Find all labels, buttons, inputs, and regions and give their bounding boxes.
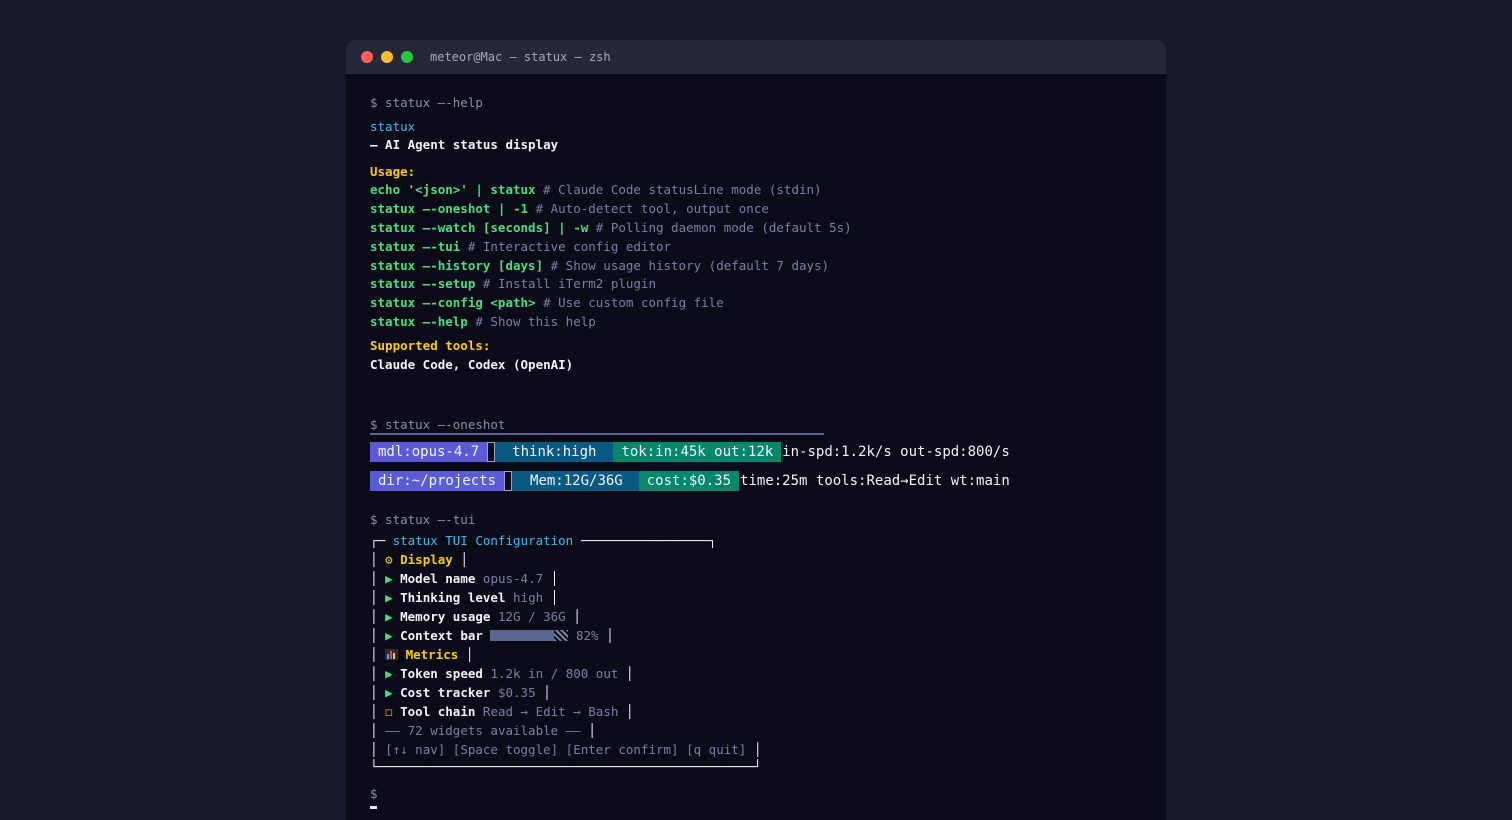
usage-line: statux —-oneshot | -1 # Auto-detect tool… [370,201,769,217]
option-value: Read → Edit → Bash [482,704,619,719]
text-cursor [370,806,377,809]
minimize-button[interactable] [381,51,393,63]
usage-line: statux —-setup # Install iTerm2 plugin [370,276,656,292]
usage-command: statux —-setup [370,276,476,291]
tui-prompt: $ statux —-tui [370,512,476,527]
gear-icon: ⚙ [385,552,393,567]
option-label: Memory usage [400,609,491,624]
tools-heading: Supported tools: [370,338,491,353]
option-value: 82% [575,628,599,643]
key-help: [↑↓ nav] [Space toggle] [Enter confirm] … [385,742,747,757]
tui-help-row: │ [↑↓ nav] [Space toggle] [Enter confirm… [370,742,762,757]
option-value: $0.35 [497,685,536,700]
tui-option-row[interactable]: │ ▶ Context bar 82% │ [370,628,614,644]
tools-list: Claude Code, Codex (OpenAI) [370,357,574,372]
play-icon: ▶ [385,609,393,624]
option-label: Thinking level [400,590,506,605]
window-title: meteor@Mac — statux — zsh [430,50,611,64]
chart-icon [385,649,399,660]
checkbox-icon: ◻ [385,704,393,719]
tui-option-row[interactable]: │ ◻ Tool chain Read → Edit → Bash │ [370,704,633,720]
status-line-row-2: dir:~/projects Mem:12G/36G cost:$0.35 ti… [370,471,1010,491]
usage-comment: # Show this help [475,314,596,329]
option-label: Tool chain [400,704,476,719]
final-prompt: $ [370,786,378,801]
play-icon: ▶ [385,571,393,586]
close-button[interactable] [361,51,373,63]
option-label: Context bar [400,628,483,643]
tui-title: statux TUI Configuration [392,533,574,548]
dir-segment: dir:~/projects [370,471,505,491]
tui-option-row[interactable]: │ ▶ Model name opus-4.7 │ [370,571,558,587]
tui-section-display[interactable]: │ ⚙ Display │ [370,552,468,568]
display-section-label: Display [400,552,453,567]
speed-text: in-spd:1.2k/s out-spd:800/s [782,444,1010,460]
usage-command: statux —-history [days] [370,258,544,273]
usage-line: statux —-config <path> # Use custom conf… [370,295,724,311]
usage-command: statux —-tui [370,239,461,254]
usage-comment: # Install iTerm2 plugin [482,276,656,291]
segment-separator [504,471,513,491]
title-bar: meteor@Mac — statux — zsh [346,40,1166,74]
usage-comment: # Auto-detect tool, output once [535,201,769,216]
option-value: opus-4.7 [482,571,544,586]
usage-comment: # Use custom config file [543,295,724,310]
usage-line: statux —-watch [seconds] | -w # Polling … [370,220,852,236]
segment-separator [487,442,496,462]
extra-info-text: time:25m tools:Read→Edit wt:main [740,473,1010,489]
usage-line: echo '<json>' | statux # Claude Code sta… [370,182,822,198]
tui-header: ┌─ statux TUI Configuration ────────────… [370,533,717,548]
context-bar-fill [490,630,555,641]
option-value: high [513,590,544,605]
status-line-row-1: mdl:opus-4.7 think:high tok:in:45k out:1… [370,442,1010,462]
usage-line: statux —-tui # Interactive config editor [370,239,671,255]
zoom-button[interactable] [401,51,413,63]
cost-segment: cost:$0.35 [638,471,740,491]
usage-comment: # Interactive config editor [467,239,672,254]
option-label: Cost tracker [400,685,491,700]
help-prompt: $ statux —-help [370,95,483,110]
tui-option-row[interactable]: │ ▶ Memory usage 12G / 36G │ [370,609,581,625]
think-segment: think:high [495,442,614,462]
option-label: Token speed [400,666,483,681]
context-bar-remaining [554,630,569,641]
tui-section-metrics[interactable]: │ Metrics │ [370,647,473,663]
usage-line: statux —-help # Show this help [370,314,596,330]
option-label: Model name [400,571,476,586]
option-value: 1.2k in / 800 out [490,666,619,681]
tui-option-row[interactable]: │ ▶ Thinking level high │ [370,590,558,606]
play-icon: ▶ [385,590,393,605]
section-divider [370,433,824,435]
usage-heading: Usage: [370,164,416,179]
memory-segment: Mem:12G/36G [512,471,639,491]
usage-comment: # Polling daemon mode (default 5s) [595,220,852,235]
play-icon: ▶ [385,685,393,700]
metrics-section-label: Metrics [405,647,459,662]
app-name: statux [370,119,416,134]
usage-command: echo '<json>' | statux [370,182,536,197]
usage-command: statux —-config <path> [370,295,536,310]
option-value: 12G / 36G [497,609,566,624]
tokens-segment: tok:in:45k out:12k [613,442,782,462]
usage-command: statux —-watch [seconds] | -w [370,220,589,235]
app-description: — AI Agent status display [370,137,559,152]
usage-command: statux —-oneshot | -1 [370,201,529,216]
tui-widgets-row: │ —— 72 widgets available —— │ [370,723,596,738]
usage-comment: # Claude Code statusLine mode (stdin) [543,182,822,197]
usage-comment: # Show usage history (default 7 days) [550,258,830,273]
terminal-window: meteor@Mac — statux — zsh $ statux —-hel… [346,40,1166,820]
play-icon: ▶ [385,628,393,643]
usage-line: statux —-history [days] # Show usage his… [370,258,829,274]
tui-option-row[interactable]: │ ▶ Cost tracker $0.35 │ [370,685,551,701]
oneshot-prompt: $ statux —-oneshot [370,417,506,432]
tui-footer: └───────────────────────────────────────… [370,759,762,774]
usage-command: statux —-help [370,314,468,329]
model-segment: mdl:opus-4.7 [370,442,488,462]
widgets-available: —— 72 widgets available —— [385,723,581,738]
play-icon: ▶ [385,666,393,681]
tui-option-row[interactable]: │ ▶ Token speed 1.2k in / 800 out │ [370,666,633,682]
